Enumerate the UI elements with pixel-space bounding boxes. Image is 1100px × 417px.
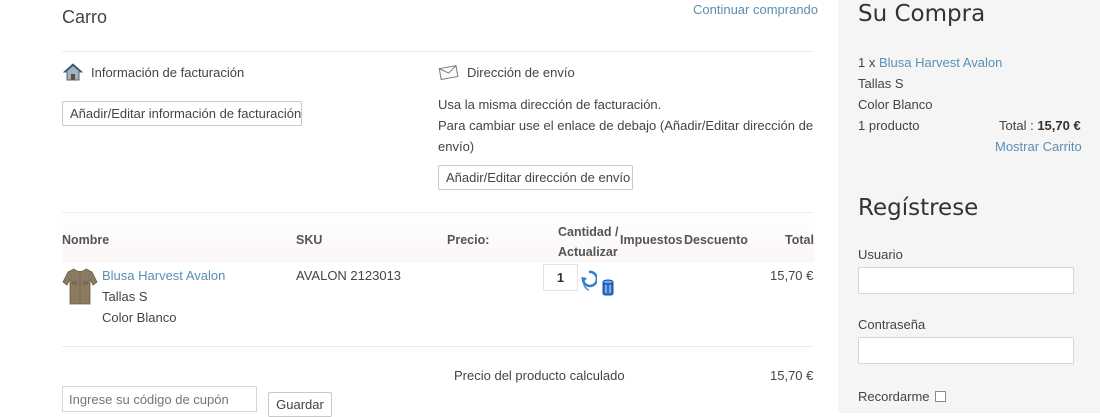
purchase-item-size: Tallas S — [858, 76, 904, 91]
column-header-sku: SKU — [296, 233, 323, 247]
house-icon — [62, 62, 84, 82]
shipping-note-line: Usa la misma dirección de facturación. — [438, 97, 662, 112]
delete-icon[interactable] — [601, 278, 615, 296]
product-size: Tallas S — [102, 289, 148, 304]
envelope-icon — [438, 64, 460, 81]
shipping-note-line: Para cambiar use el enlace de debajo (Añ… — [438, 118, 814, 133]
show-cart-link[interactable]: Mostrar Carrito — [995, 139, 1082, 154]
column-header-total: Total — [785, 233, 814, 247]
quantity-input[interactable]: 1 — [543, 264, 578, 291]
subtotal-value: 15,70 € — [770, 368, 814, 383]
edit-shipping-button[interactable]: Añadir/Editar dirección de envío — [438, 165, 633, 190]
divider — [62, 346, 814, 347]
remember-me-label: Recordarme — [858, 389, 930, 404]
edit-billing-button[interactable]: Añadir/Editar información de facturación — [62, 101, 302, 126]
billing-info-label: Información de facturación — [91, 65, 245, 80]
purchase-title: Su Compra — [858, 1, 986, 27]
subtotal-label: Precio del producto calculado — [454, 368, 625, 383]
password-label: Contraseña — [858, 317, 926, 332]
coupon-input[interactable] — [62, 386, 257, 412]
page-title: Carro — [62, 7, 108, 27]
username-label: Usuario — [858, 247, 903, 262]
purchase-item-qty: 1 x — [858, 55, 876, 70]
product-sku: AVALON 2123013 — [296, 268, 402, 283]
purchase-count: 1 producto — [858, 118, 920, 133]
shipping-address-label: Dirección de envío — [467, 65, 575, 80]
register-title: Regístrese — [858, 195, 979, 221]
remember-me-checkbox[interactable] — [935, 391, 947, 402]
column-header-quantity-line: Actualizar — [558, 245, 618, 259]
purchase-item-color: Color Blanco — [858, 97, 933, 112]
product-thumbnail[interactable] — [62, 266, 98, 306]
purchase-total-label: Total : — [999, 118, 1034, 133]
shipping-note: Usa la misma dirección de facturación. P… — [438, 94, 814, 157]
divider — [62, 51, 814, 52]
column-header-quantity-line: Cantidad / — [558, 225, 619, 239]
purchase-total-value: 15,70 € — [1037, 118, 1081, 133]
column-header-quantity: Cantidad / Actualizar — [558, 222, 618, 262]
purchase-total: Total : 15,70 € — [999, 118, 1081, 133]
product-color: Color Blanco — [102, 310, 177, 325]
column-header-price: Precio: — [447, 233, 490, 247]
column-header-name: Nombre — [62, 233, 110, 247]
shipping-note-line: envío) — [438, 139, 475, 154]
purchase-item-line: 1 x Blusa Harvest Avalon — [858, 55, 1002, 70]
purchase-item-link[interactable]: Blusa Harvest Avalon — [879, 55, 1002, 70]
product-total: 15,70 € — [770, 268, 814, 283]
username-input[interactable] — [858, 267, 1074, 294]
continue-shopping-link[interactable]: Continuar comprando — [693, 2, 818, 17]
column-header-discount: Descuento — [684, 233, 748, 247]
table-row: Blusa Harvest Avalon Tallas S Color Blan… — [62, 262, 814, 346]
product-name-link[interactable]: Blusa Harvest Avalon — [102, 268, 225, 283]
update-icon[interactable] — [581, 270, 599, 292]
column-header-tax: Impuestos — [620, 233, 683, 247]
save-coupon-button[interactable]: Guardar — [268, 392, 332, 417]
remember-me: Recordarme — [858, 389, 947, 404]
password-input[interactable] — [858, 337, 1074, 364]
quantity-value: 1 — [556, 270, 565, 285]
